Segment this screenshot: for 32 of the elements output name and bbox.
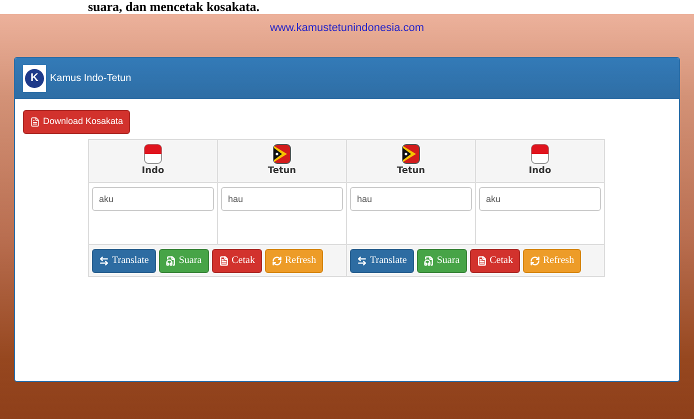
sound-button[interactable]: Suara (158, 248, 209, 272)
document-icon (476, 256, 487, 266)
logo-icon: K (23, 65, 46, 92)
site-url: www.kamustetunindonesia.com (270, 21, 424, 34)
print-button[interactable]: Cetak (212, 248, 262, 272)
word-field[interactable]: hau (350, 187, 472, 211)
translate-button[interactable]: Translate (350, 248, 414, 272)
refresh-icon (530, 256, 540, 266)
word-field[interactable]: aku (92, 187, 214, 211)
column-header: Indo (89, 140, 217, 182)
document-text: suara, dan mencetak kosakata. (87, 0, 261, 14)
column-header: Tetun (217, 140, 346, 182)
word-field[interactable]: hau (221, 187, 343, 211)
document-icon (30, 117, 40, 127)
timor-leste-flag-icon (273, 144, 291, 164)
indonesia-flag-icon (531, 144, 549, 164)
print-button[interactable]: Cetak (470, 248, 520, 272)
download-button[interactable]: Download Kosakata (23, 110, 130, 134)
timor-leste-flag-icon (402, 144, 420, 164)
column-header: Indo (475, 140, 604, 182)
document-icon (218, 256, 229, 266)
word-field[interactable]: aku (479, 187, 601, 211)
refresh-icon (272, 256, 282, 266)
translate-button[interactable]: Translate (92, 248, 156, 272)
indonesia-flag-icon (144, 144, 162, 164)
panel-title: Kamus Indo-Tetun (50, 72, 132, 86)
arrows-icon (99, 256, 109, 266)
arrows-icon (357, 256, 367, 266)
audio-file-icon (424, 256, 434, 266)
audio-file-icon (166, 256, 176, 266)
column-header: Tetun (347, 140, 475, 182)
sound-button[interactable]: Suara (416, 248, 467, 272)
